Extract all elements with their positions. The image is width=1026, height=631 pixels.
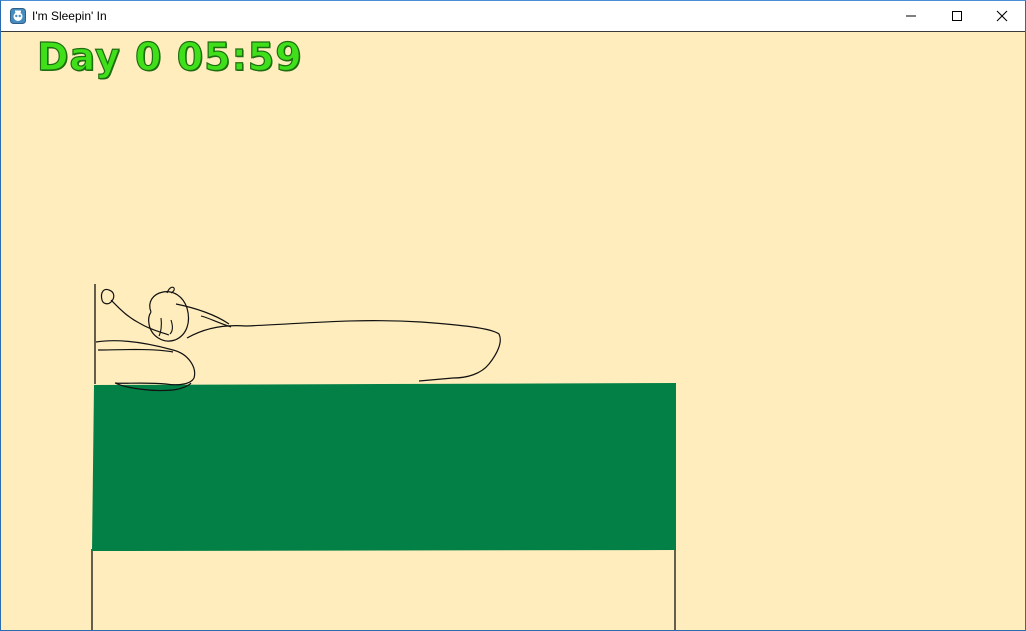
clock-time: 05:59 xyxy=(176,35,303,79)
sleeper-hand xyxy=(100,288,115,305)
sleeper-head xyxy=(148,291,190,342)
game-viewport[interactable]: Day 0 05:59 xyxy=(1,32,1025,630)
blanket xyxy=(175,303,501,382)
game-window: I'm Sleepin' In Day 0 05:59 xyxy=(0,0,1026,631)
minimize-icon xyxy=(906,15,916,17)
blanket-fold xyxy=(200,315,232,328)
app-icon xyxy=(10,8,26,24)
day-counter: Day 0 xyxy=(36,35,163,79)
window-title: I'm Sleepin' In xyxy=(32,9,107,23)
minimize-button[interactable] xyxy=(888,1,934,31)
title-bar[interactable]: I'm Sleepin' In xyxy=(1,1,1025,32)
mattress xyxy=(92,383,676,551)
close-button[interactable] xyxy=(979,1,1025,31)
maximize-icon xyxy=(952,11,962,21)
bedroom-scene xyxy=(91,284,676,630)
pillow xyxy=(95,340,196,392)
close-icon xyxy=(996,10,1008,22)
day-time-clock: Day 0 05:59 xyxy=(36,35,303,79)
maximize-button[interactable] xyxy=(934,1,980,31)
